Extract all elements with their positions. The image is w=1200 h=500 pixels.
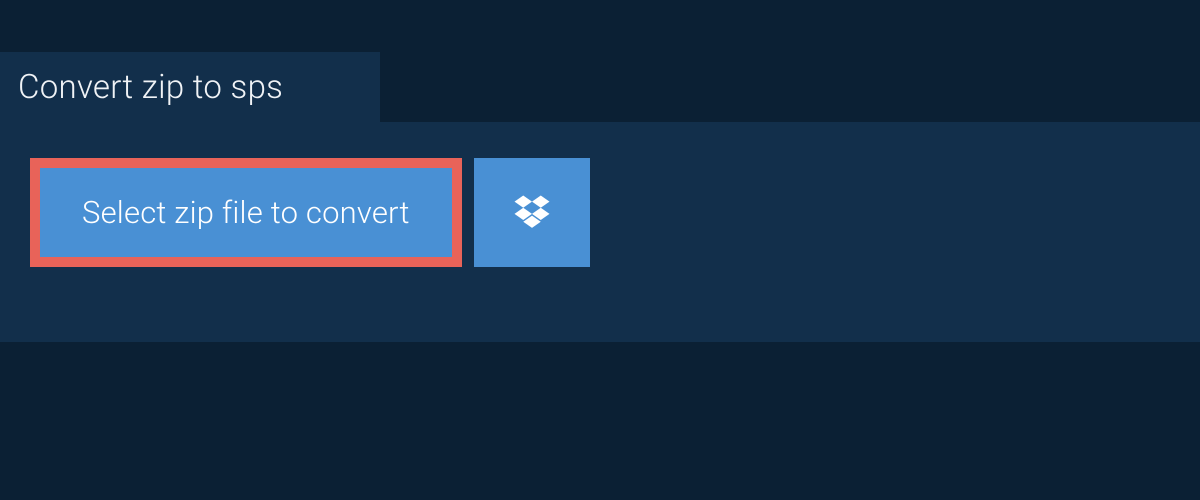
select-file-button[interactable]: Select zip file to convert bbox=[30, 158, 462, 267]
tab-title: Convert zip to sps bbox=[18, 68, 283, 107]
dropbox-icon bbox=[511, 192, 553, 234]
active-tab[interactable]: Convert zip to sps bbox=[0, 52, 380, 122]
file-select-row: Select zip file to convert bbox=[30, 158, 590, 267]
select-file-label: Select zip file to convert bbox=[82, 194, 410, 231]
dropbox-button[interactable] bbox=[474, 158, 590, 267]
